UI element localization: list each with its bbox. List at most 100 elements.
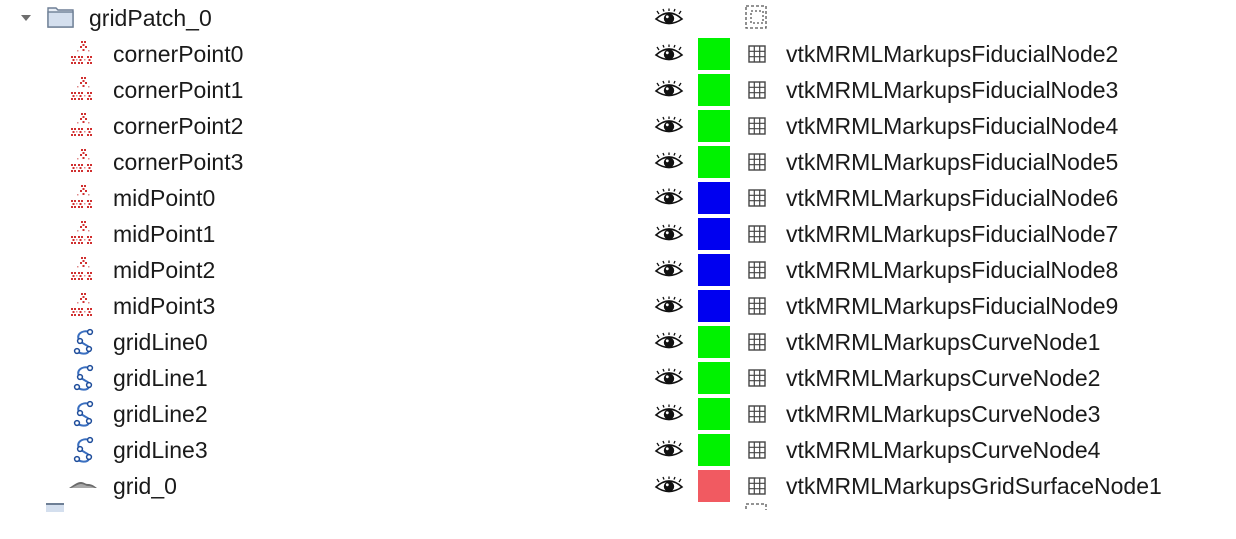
node-id: vtkMRMLMarkupsFiducialNode3 [786, 77, 1119, 103]
color-swatch[interactable] [698, 74, 730, 106]
color-swatch[interactable] [698, 218, 730, 250]
node-id: vtkMRMLMarkupsGridSurfaceNode1 [786, 473, 1162, 499]
fiducial-icon [68, 291, 98, 321]
display-grid-icon[interactable] [748, 117, 766, 135]
node-id: vtkMRMLMarkupsCurveNode1 [786, 329, 1101, 355]
grid-surface-icon [68, 471, 98, 501]
node-row[interactable]: gridLine0 vtkMRMLMarkupsCurveNode1 [0, 324, 1236, 360]
visibility-eye-icon[interactable] [654, 80, 684, 100]
node-row[interactable]: cornerPoint1 vtkMRMLMarkupsFiducialNode3 [0, 72, 1236, 108]
display-grid-icon[interactable] [748, 405, 766, 423]
fiducial-icon [68, 219, 98, 249]
display-grid-icon[interactable] [748, 153, 766, 171]
color-swatch[interactable] [698, 326, 730, 358]
folder-row[interactable]: gridPatch_0 [0, 0, 1236, 36]
node-row[interactable]: grid_0 vtkMRMLMarkupsGridSurfaceNode1 [0, 468, 1236, 504]
display-grid-icon[interactable] [748, 45, 766, 63]
color-swatch[interactable] [698, 110, 730, 142]
node-row[interactable]: cornerPoint0 vtkMRMLMarkupsFiducialNode2 [0, 36, 1236, 72]
curve-icon [70, 327, 100, 357]
node-id: vtkMRMLMarkupsFiducialNode2 [786, 41, 1119, 67]
node-name: cornerPoint1 [113, 77, 244, 103]
next-folder-icon [46, 503, 64, 512]
node-id: vtkMRMLMarkupsFiducialNode4 [786, 113, 1119, 139]
node-id: vtkMRMLMarkupsCurveNode3 [786, 401, 1101, 427]
display-grid-icon[interactable] [748, 297, 766, 315]
visibility-eye-icon[interactable] [654, 296, 684, 316]
curve-icon [70, 399, 100, 429]
color-swatch[interactable] [698, 398, 730, 430]
folder-name: gridPatch_0 [89, 5, 212, 31]
visibility-eye-icon[interactable] [654, 152, 684, 172]
node-row[interactable]: gridLine2 vtkMRMLMarkupsCurveNode3 [0, 396, 1236, 432]
visibility-eye-icon[interactable] [654, 116, 684, 136]
node-row[interactable]: cornerPoint3 vtkMRMLMarkupsFiducialNode5 [0, 144, 1236, 180]
node-row[interactable]: midPoint3 vtkMRMLMarkupsFiducialNode9 [0, 288, 1236, 324]
node-row[interactable]: midPoint0 vtkMRMLMarkupsFiducialNode6 [0, 180, 1236, 216]
folder-display-icon[interactable] [744, 3, 770, 31]
node-name: cornerPoint2 [113, 113, 244, 139]
color-swatch[interactable] [698, 470, 730, 502]
node-name: gridLine2 [113, 401, 208, 427]
display-grid-icon[interactable] [748, 81, 766, 99]
fiducial-icon [68, 111, 98, 141]
node-id: vtkMRMLMarkupsFiducialNode7 [786, 221, 1119, 247]
expand-arrow-icon[interactable] [18, 10, 34, 26]
color-swatch[interactable] [698, 146, 730, 178]
fiducial-icon [68, 183, 98, 213]
node-name: midPoint2 [113, 257, 216, 283]
node-id: vtkMRMLMarkupsFiducialNode6 [786, 185, 1119, 211]
node-row[interactable]: gridLine3 vtkMRMLMarkupsCurveNode4 [0, 432, 1236, 468]
display-grid-icon[interactable] [748, 369, 766, 387]
visibility-eye-icon[interactable] [654, 224, 684, 244]
node-id: vtkMRMLMarkupsCurveNode4 [786, 437, 1101, 463]
visibility-eye-icon[interactable] [654, 332, 684, 352]
node-name: midPoint0 [113, 185, 216, 211]
node-row[interactable]: cornerPoint2 vtkMRMLMarkupsFiducialNode4 [0, 108, 1236, 144]
color-swatch[interactable] [698, 434, 730, 466]
fiducial-icon [68, 39, 98, 69]
node-row[interactable]: midPoint2 vtkMRMLMarkupsFiducialNode8 [0, 252, 1236, 288]
display-grid-icon[interactable] [748, 477, 766, 495]
color-swatch[interactable] [698, 362, 730, 394]
node-name: cornerPoint0 [113, 41, 244, 67]
node-name: midPoint1 [113, 221, 216, 247]
display-grid-icon[interactable] [748, 261, 766, 279]
fiducial-icon [68, 147, 98, 177]
visibility-eye-icon[interactable] [654, 368, 684, 388]
node-name: gridLine0 [113, 329, 208, 355]
subject-hierarchy-tree: gridPatch_0 cornerPoint0 vtkMRMLMarkupsFi… [0, 0, 1236, 512]
color-swatch[interactable] [698, 182, 730, 214]
color-swatch[interactable] [698, 38, 730, 70]
node-id: vtkMRMLMarkupsCurveNode2 [786, 365, 1101, 391]
fiducial-icon [68, 255, 98, 285]
node-row[interactable]: gridLine1 vtkMRMLMarkupsCurveNode2 [0, 360, 1236, 396]
node-id: vtkMRMLMarkupsFiducialNode8 [786, 257, 1119, 283]
node-id: vtkMRMLMarkupsFiducialNode5 [786, 149, 1119, 175]
visibility-eye-icon[interactable] [654, 440, 684, 460]
visibility-eye-icon[interactable] [654, 8, 684, 28]
fiducial-icon [68, 75, 98, 105]
curve-icon [70, 363, 100, 393]
node-name: midPoint3 [113, 293, 216, 319]
visibility-eye-icon[interactable] [654, 404, 684, 424]
color-swatch[interactable] [698, 290, 730, 322]
visibility-eye-icon[interactable] [654, 44, 684, 64]
folder-icon [47, 7, 74, 28]
display-grid-icon[interactable] [748, 333, 766, 351]
color-swatch[interactable] [698, 254, 730, 286]
visibility-eye-icon[interactable] [654, 260, 684, 280]
node-name: gridLine1 [113, 365, 208, 391]
node-row[interactable]: midPoint1 vtkMRMLMarkupsFiducialNode7 [0, 216, 1236, 252]
curve-icon [70, 435, 100, 465]
node-name: gridLine3 [113, 437, 208, 463]
visibility-eye-icon[interactable] [654, 188, 684, 208]
partial-next-row [0, 503, 1236, 539]
display-grid-icon[interactable] [748, 441, 766, 459]
next-folder-display-icon [745, 503, 767, 510]
display-grid-icon[interactable] [748, 189, 766, 207]
node-name: cornerPoint3 [113, 149, 244, 175]
node-name: grid_0 [113, 473, 177, 499]
visibility-eye-icon[interactable] [654, 476, 684, 496]
display-grid-icon[interactable] [748, 225, 766, 243]
